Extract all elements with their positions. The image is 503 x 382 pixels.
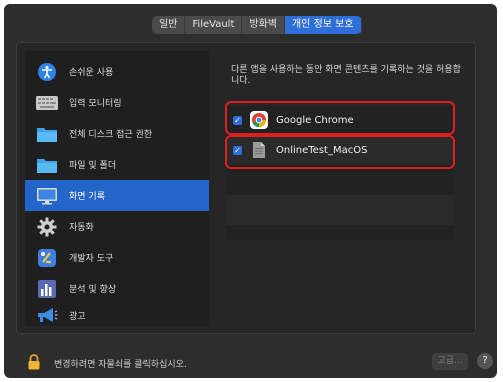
advanced-button[interactable]: 고급...	[432, 353, 468, 370]
highlight-box	[225, 135, 455, 169]
sidebar-item-input-monitoring[interactable]: 입력 모니터링	[25, 87, 209, 118]
folder-icon	[35, 123, 59, 145]
sidebar-item-analytics[interactable]: 분석 및 향상	[25, 273, 209, 304]
sidebar-item-automation[interactable]: 자동화	[25, 211, 209, 242]
empty-row	[227, 225, 453, 240]
sidebar-item-label: 입력 모니터링	[69, 99, 122, 109]
lock-hint-text: 변경하려면 자물쇠를 클릭하십시오.	[54, 360, 187, 370]
tab-privacy[interactable]: 개인 정보 보호	[284, 16, 362, 34]
sidebar-item-label: 화면 기록	[69, 192, 105, 202]
empty-row	[227, 165, 453, 195]
sidebar-item-full-disk-access[interactable]: 전체 디스크 접근 권한	[25, 118, 209, 149]
sidebar-item-label: 자동화	[69, 223, 94, 233]
footer-bar: 변경하려면 자물쇠를 클릭하십시오. 고급... ?	[4, 340, 497, 378]
sidebar-item-advertising[interactable]: 광고	[25, 304, 209, 326]
sidebar-item-label: 파일 및 폴더	[69, 161, 117, 171]
highlight-box	[225, 101, 455, 135]
chart-icon	[35, 278, 59, 300]
display-icon	[35, 185, 59, 207]
help-button[interactable]: ?	[477, 353, 493, 369]
tab-bar: 일반 FileVault 방화벽 개인 정보 보호	[152, 16, 362, 34]
sidebar-item-files-and-folders[interactable]: 파일 및 폴더	[25, 149, 209, 180]
developer-tools-icon	[35, 247, 59, 269]
tab-firewall[interactable]: 방화벽	[242, 16, 285, 34]
lock-icon[interactable]	[26, 354, 42, 370]
privacy-sidebar: 손쉬운 사용 입력 모니터링 전체 디스크 접근 권한 파일 및 폴더 화면 기…	[25, 51, 209, 326]
sidebar-item-accessibility[interactable]: 손쉬운 사용	[25, 56, 209, 87]
accessibility-icon	[35, 61, 59, 83]
folder-icon	[35, 154, 59, 176]
tab-general[interactable]: 일반	[152, 16, 186, 34]
sidebar-item-label: 손쉬운 사용	[69, 68, 114, 78]
sidebar-item-label: 분석 및 향상	[69, 285, 117, 295]
gear-icon	[35, 216, 59, 238]
sidebar-item-label: 광고	[69, 311, 86, 322]
empty-row	[227, 195, 453, 225]
permission-description: 다른 앱을 사용하는 동안 화면 콘텐츠를 기록하는 것을 허용합니다.	[231, 65, 461, 86]
preferences-window: 일반 FileVault 방화벽 개인 정보 보호 손쉬운 사용 입력 모니터링	[4, 4, 497, 378]
tab-filevault[interactable]: FileVault	[185, 16, 243, 34]
sidebar-item-screen-recording[interactable]: 화면 기록	[25, 180, 209, 211]
sidebar-item-label: 전체 디스크 접근 권한	[69, 130, 153, 140]
keyboard-icon	[35, 92, 59, 114]
megaphone-icon	[35, 304, 59, 326]
screen-recording-pane: 다른 앱을 사용하는 동안 화면 콘텐츠를 기록하는 것을 허용합니다. ✓ G…	[217, 51, 467, 326]
sidebar-item-developer-tools[interactable]: 개발자 도구	[25, 242, 209, 273]
sidebar-item-label: 개발자 도구	[69, 254, 114, 264]
privacy-panel: 손쉬운 사용 입력 모니터링 전체 디스크 접근 권한 파일 및 폴더 화면 기…	[16, 42, 476, 334]
